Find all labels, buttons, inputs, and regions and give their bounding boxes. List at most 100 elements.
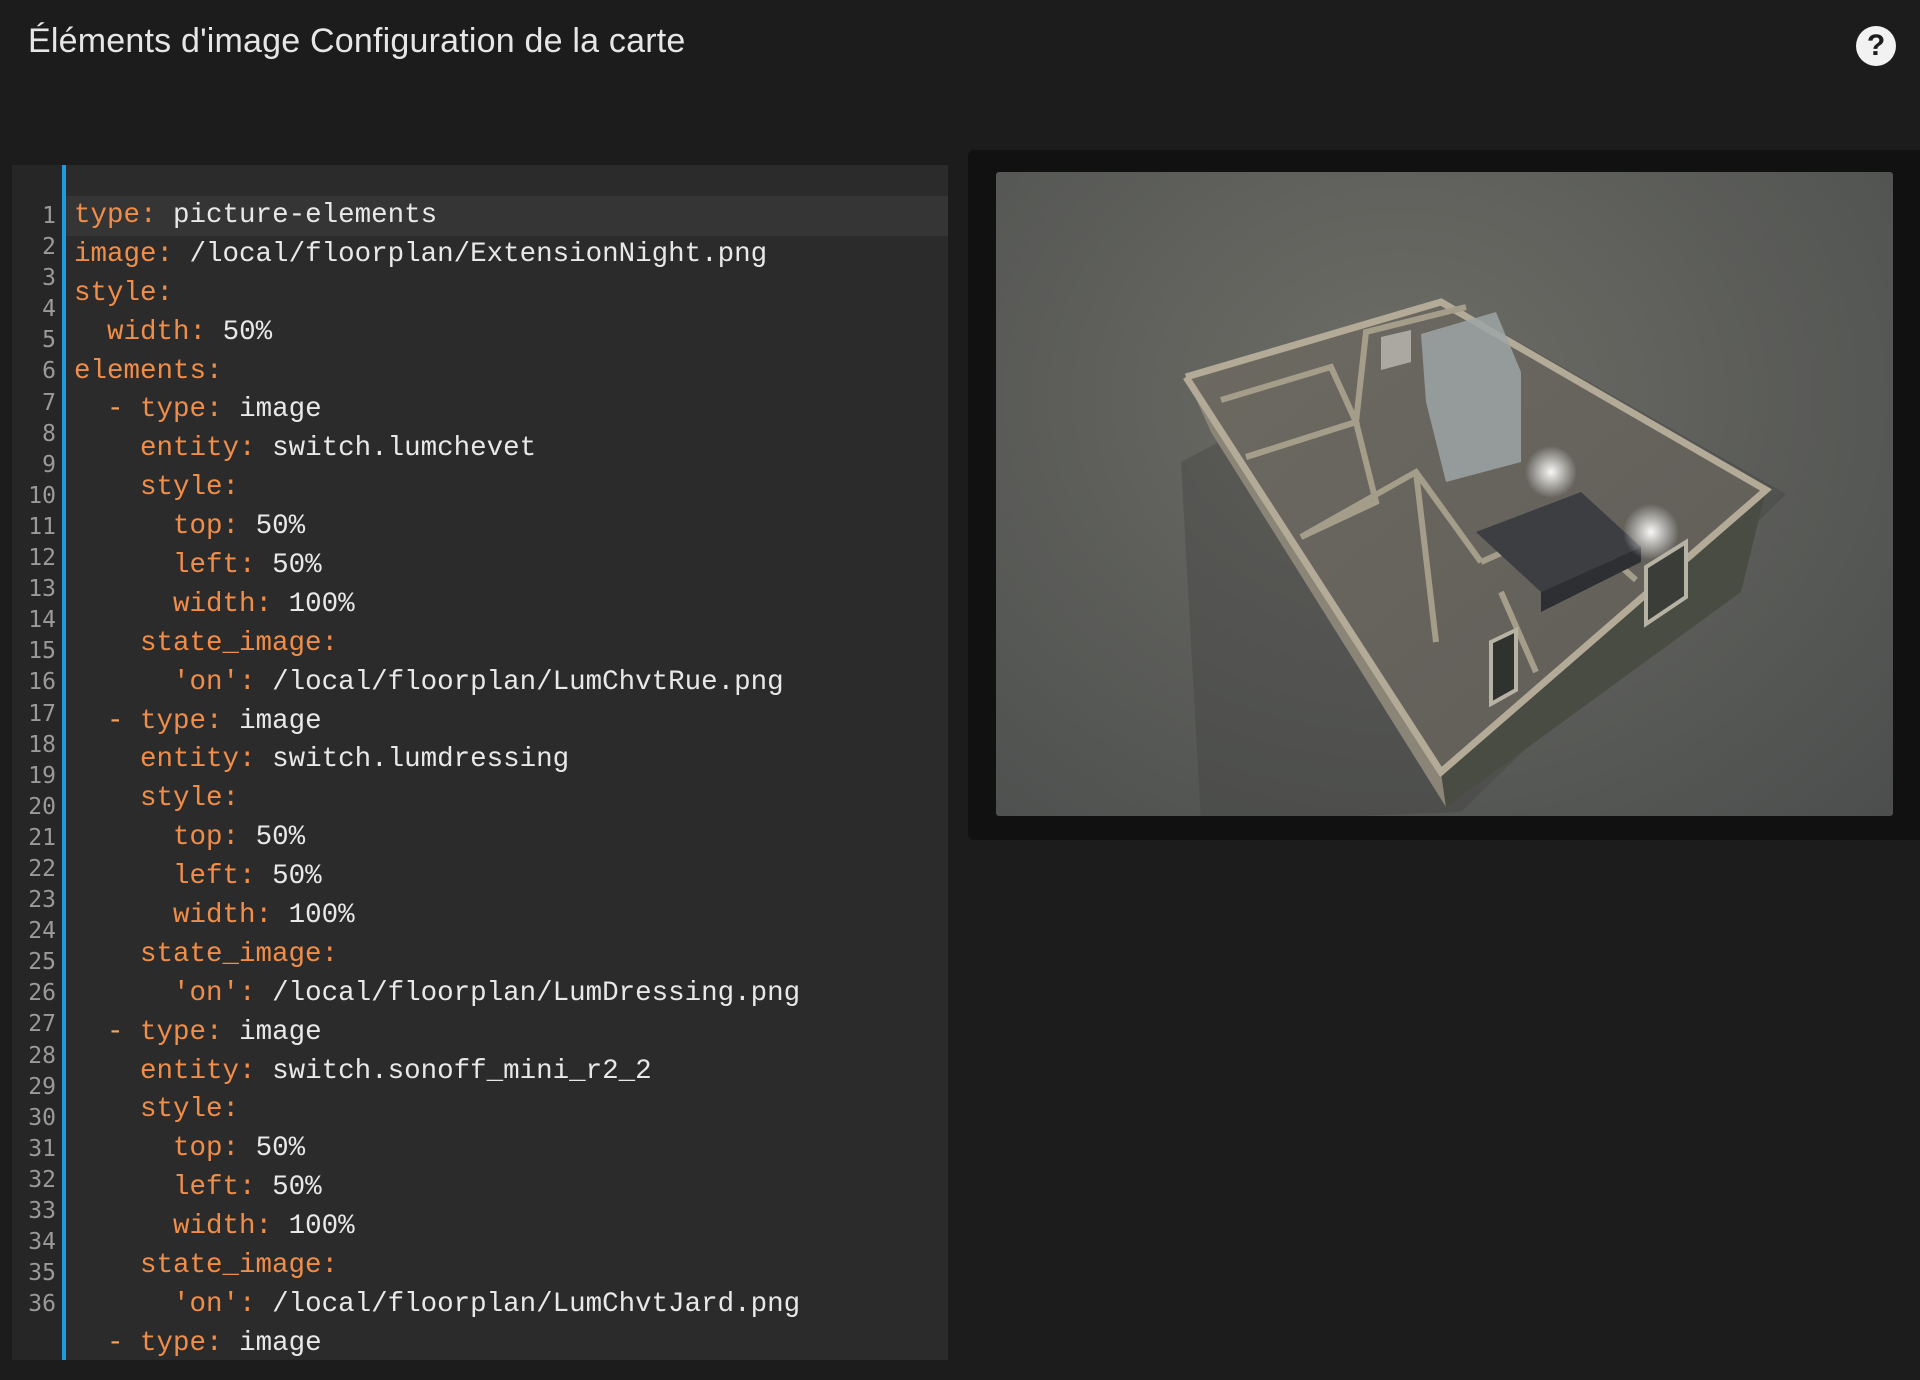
yaml-key: left [173,1172,240,1204]
code-line: width: 100% [74,897,800,936]
yaml-colon: : [321,938,339,970]
yaml-code-editor[interactable]: 1 2 3 4 5 6 7 8 9 10 11 12 13 14 15 16 17 18 19 20 21 22 23 24 2… [12,165,948,1360]
yaml-value: /local/floorplan/LumChvtJard.png [272,1288,801,1320]
yaml-colon: : [156,277,174,309]
yaml-key: entity [140,1055,240,1087]
line-number: 11 [28,513,56,540]
yaml-list-dash: - [107,705,141,737]
yaml-key: elements [74,355,207,387]
line-number: 24 [28,918,56,945]
yaml-value: picture-elements [173,200,438,231]
yaml-list-dash: - [107,394,141,426]
line-number: 36 [28,1291,56,1318]
line-number: 18 [28,731,56,758]
line-number: 14 [28,607,56,634]
line-numbers: 1 2 3 4 5 6 7 8 9 10 11 12 13 14 15 16 17 18 19 20 21 22 23 24 2… [12,201,56,1320]
line-number: 17 [28,700,56,727]
yaml-key: left [173,550,240,582]
yaml-colon: : [140,200,157,231]
yaml-value: image [239,705,322,737]
code-line: type: picture-elements [74,197,800,236]
yaml-colon: : [239,1288,256,1320]
line-number: 1 [42,203,56,229]
yaml-colon: : [239,977,256,1009]
page-title: Éléments d'image Configuration de la car… [28,22,686,60]
line-number: 35 [28,1260,56,1287]
yaml-colon: : [222,783,240,815]
yaml-colon: : [206,1327,223,1359]
line-number: 21 [28,824,56,851]
code-line: - type: image [74,1014,800,1053]
yaml-value: 100% [288,1211,355,1243]
code-content[interactable]: type: picture-elements image: /local/floo… [74,197,800,1360]
line-number: 5 [42,327,56,354]
yaml-key: top [173,511,223,543]
yaml-key: state_image [140,938,322,970]
yaml-colon: : [206,355,223,387]
line-number: 3 [42,265,56,292]
card-preview [968,150,1920,840]
line-number: 16 [28,669,56,696]
code-line: style: [74,469,800,508]
editor-focus-border [62,165,66,1360]
yaml-key: 'on' [173,1288,240,1320]
yaml-key: type [74,200,141,231]
line-number: 30 [28,1104,56,1131]
code-line: left: 50% [74,547,800,586]
code-line: state_image: [74,625,800,664]
yaml-key: 'on' [173,977,240,1009]
yaml-key: top [173,1133,223,1165]
yaml-key: style [74,277,157,309]
code-line: state_image: [74,1247,800,1286]
yaml-colon: : [222,1133,240,1165]
code-line: style: [74,780,800,819]
line-number: 12 [28,545,56,572]
code-line: entity: switch.sonoff_mini_r2_2 [74,1053,800,1092]
help-icon[interactable]: ? [1856,26,1896,66]
code-line: - type: image [74,391,800,430]
yaml-value: 50% [255,511,306,543]
yaml-colon: : [222,472,240,504]
yaml-list-dash: - [107,1016,141,1048]
yaml-value: 100% [288,588,355,620]
yaml-value: switch.sonoff_mini_r2_2 [272,1055,652,1087]
line-number: 4 [42,296,56,323]
yaml-key: style [140,783,223,815]
yaml-colon: : [206,394,223,426]
code-line: style: [74,1091,800,1130]
line-number: 7 [42,389,56,416]
yaml-colon: : [206,705,223,737]
yaml-key: width [173,900,256,932]
line-number: 9 [42,451,56,478]
yaml-key: 'on' [173,666,240,698]
yaml-colon: : [239,550,256,582]
code-line: top: 50% [74,819,800,858]
yaml-key: state_image [140,1250,322,1282]
line-number: 33 [28,1198,56,1224]
code-line: entity: switch.lumdressing [74,741,800,780]
code-line: left: 50% [74,858,800,897]
yaml-key: entity [140,744,240,776]
yaml-key: left [173,861,240,893]
yaml-colon: : [255,1211,273,1243]
yaml-key: type [140,1327,207,1359]
line-number: 20 [28,793,56,820]
yaml-value: /local/floorplan/LumChvtRue.png [272,666,784,698]
line-number: 28 [28,1042,56,1069]
code-line: state_image: [74,936,800,975]
